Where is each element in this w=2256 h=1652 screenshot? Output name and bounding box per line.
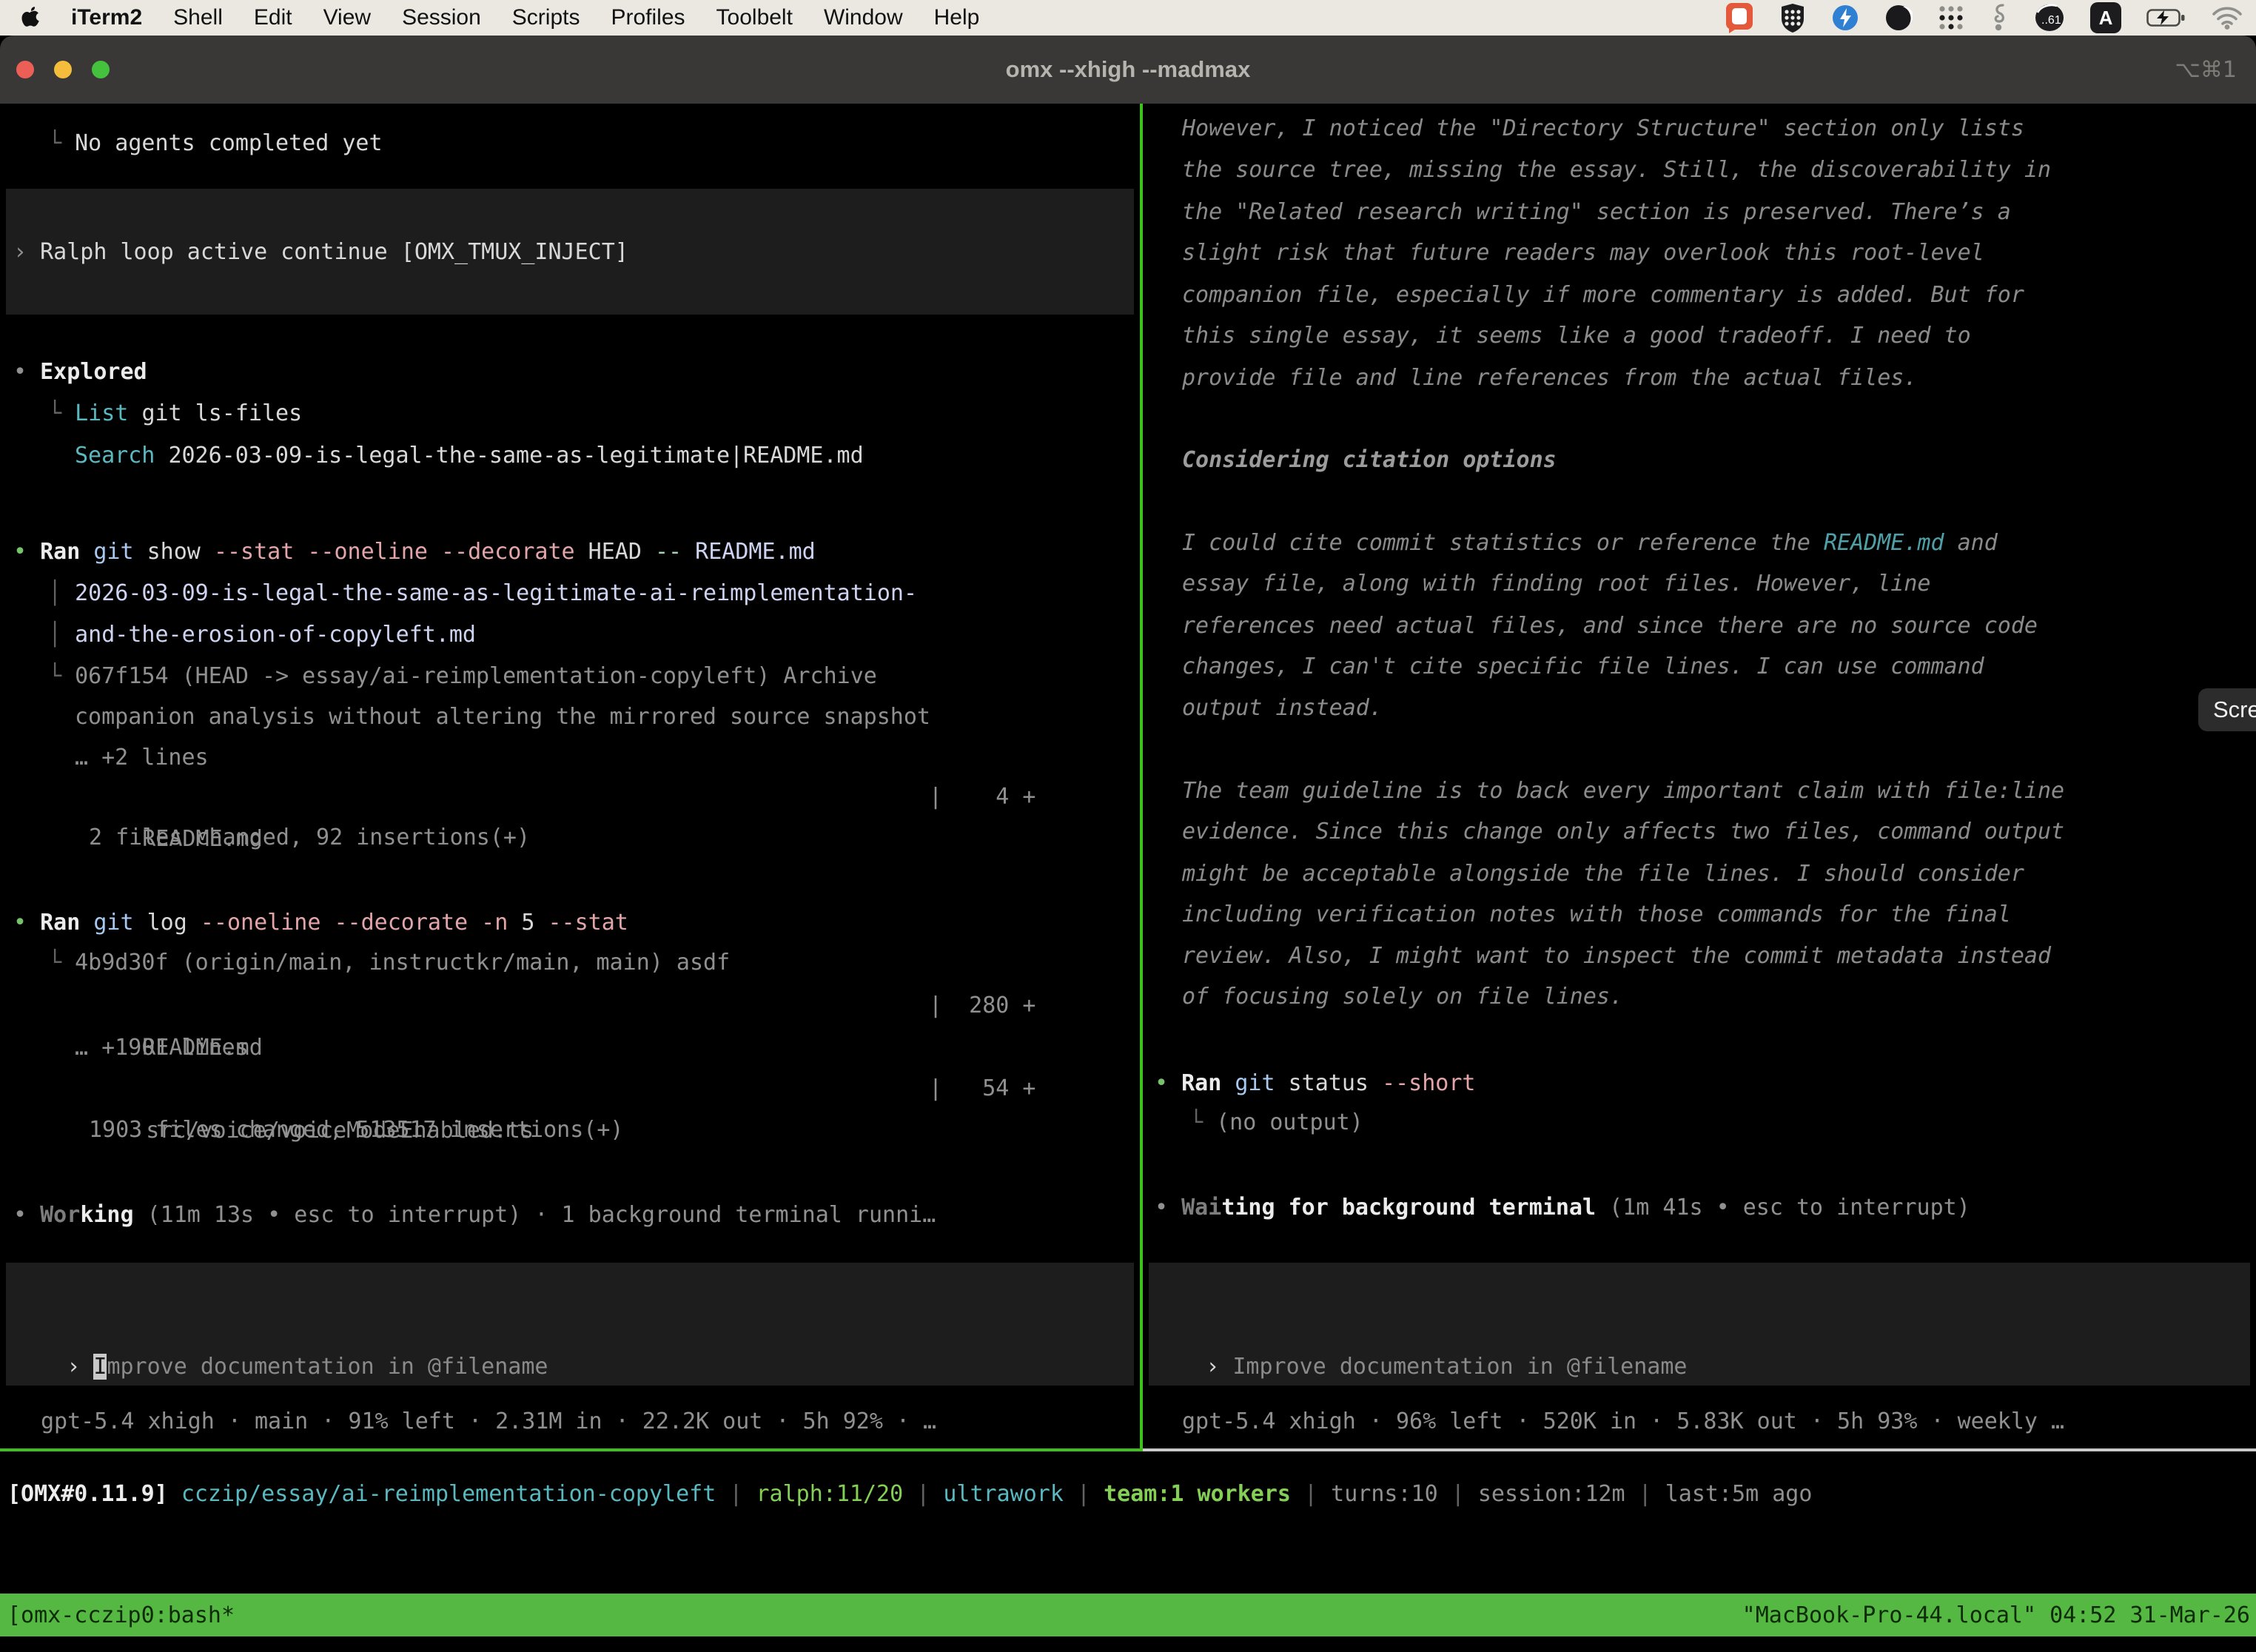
left-ran-show-filename-line1: │ 2026-03-09-is-legal-the-same-as-legiti… bbox=[48, 572, 917, 614]
pie-chart-icon[interactable] bbox=[1884, 4, 1913, 32]
a-app-badge-icon[interactable]: A bbox=[2090, 2, 2121, 33]
right-paragraph1-line5: companion file, especially if more comme… bbox=[1182, 274, 2024, 316]
menu-item-session[interactable]: Session bbox=[402, 5, 481, 30]
left-session-status-line: gpt-5.4 xhigh · main · 91% left · 2.31M … bbox=[41, 1400, 936, 1443]
left-ran-log-stat-line2: src/voice/voiceModeEnabled.ts | 54 + bbox=[93, 1067, 534, 1109]
window-shortcut-badge: ⌥⌘1 bbox=[2175, 36, 2237, 104]
left-ran-show-filename-line2: │ and-the-erosion-of-copyleft.md bbox=[48, 614, 476, 656]
dots-grid-icon[interactable] bbox=[1938, 4, 1964, 31]
lightning-badge-icon[interactable] bbox=[1831, 4, 1859, 32]
tmux-host-clock-label: "MacBook-Pro-44.local" 04:52 31-Mar-26 bbox=[1742, 1602, 2256, 1628]
menu-item-iterm2[interactable]: iTerm2 bbox=[71, 5, 142, 30]
badge-61-icon[interactable]: ..61 bbox=[2034, 3, 2065, 33]
right-paragraph1-line3: the "Related research writing" section i… bbox=[1182, 191, 2011, 233]
left-ran-log-output-line3: … +1901 lines bbox=[75, 1027, 249, 1069]
shield-keypad-icon[interactable] bbox=[1779, 2, 1806, 33]
menu-bar-status-area: ..61 A bbox=[1725, 1, 2256, 34]
screen-overlay-tooltip: Scre bbox=[2198, 688, 2256, 731]
left-explored-search-line: Search 2026-03-09-is-legal-the-same-as-l… bbox=[75, 434, 864, 477]
left-ran-show-output-line2: companion analysis without altering the … bbox=[75, 696, 930, 738]
menu-item-profiles[interactable]: Profiles bbox=[611, 5, 685, 30]
left-ran-git-show-line: • Ran git show --stat --oneline --decora… bbox=[13, 531, 816, 573]
left-ran-log-summary-line: 1903 files changed, 513517 insertions(+) bbox=[89, 1109, 623, 1151]
tmux-status-bar: [omx-cczip0:bash* "MacBook-Pro-44.local"… bbox=[0, 1594, 2256, 1636]
right-composer-placeholder: Improve documentation in @filename bbox=[1232, 1354, 1687, 1380]
right-composer-line: › Improve documentation in @filename bbox=[1152, 1303, 1687, 1346]
apple-menu-icon[interactable] bbox=[21, 6, 40, 30]
right-paragraph1-line4: slight risk that future readers may over… bbox=[1182, 232, 1984, 274]
left-ran-log-output-line1: └ 4b9d30f (origin/main, instructkr/main,… bbox=[48, 941, 730, 984]
left-ran-show-stat-value: | 4 + bbox=[929, 776, 1036, 818]
menu-item-help[interactable]: Help bbox=[934, 5, 980, 30]
right-paragraph3-line6: of focusing solely on file lines. bbox=[1182, 976, 1623, 1018]
left-ran-show-stat-line: README.md | 4 + bbox=[89, 776, 263, 818]
left-composer-placeholder: mprove documentation in @filename bbox=[107, 1354, 548, 1380]
tmux-session-window-label: [omx-cczip0:bash* bbox=[0, 1602, 235, 1628]
left-composer-cursor: I bbox=[93, 1354, 107, 1380]
omx-status-line: [OMX#0.11.9] cczip/essay/ai-reimplementa… bbox=[7, 1473, 1812, 1515]
right-no-output-line: └ (no output) bbox=[1189, 1101, 1363, 1144]
wifi-icon[interactable] bbox=[2212, 6, 2243, 30]
left-pane-bottom-border bbox=[0, 1448, 1143, 1451]
right-paragraph3-line2: evidence. Since this change only affects… bbox=[1182, 810, 2064, 853]
right-paragraph1-line6: this single essay, it seems like a good … bbox=[1182, 315, 1971, 357]
right-composer-prompt: › bbox=[1206, 1354, 1232, 1380]
right-paragraph2-line1: I could cite commit statistics or refere… bbox=[1182, 522, 1998, 564]
menu-item-window[interactable]: Window bbox=[824, 5, 903, 30]
right-paragraph3-line5: review. Also, I might want to inspect th… bbox=[1182, 935, 2051, 977]
right-session-status-line: gpt-5.4 xhigh · 96% left · 520K in · 5.8… bbox=[1182, 1400, 2064, 1443]
macos-menu-bar: iTerm2 Shell Edit View Session Scripts P… bbox=[0, 0, 2256, 36]
right-paragraph3-line4: including verification notes with those … bbox=[1182, 893, 2011, 936]
right-paragraph3-line1: The team guideline is to back every impo… bbox=[1182, 770, 2064, 812]
right-paragraph3-line3: might be acceptable alongside the file l… bbox=[1182, 853, 2024, 895]
left-history-prompt-line: › Ralph loop active continue [OMX_TMUX_I… bbox=[13, 231, 628, 273]
left-composer-prompt: › bbox=[67, 1354, 93, 1380]
right-pane-bottom-border bbox=[1143, 1448, 2256, 1451]
screen: iTerm2 Shell Edit View Session Scripts P… bbox=[0, 0, 2256, 1652]
left-ran-show-output-line3: … +2 lines bbox=[75, 736, 209, 779]
left-composer-line: › Improve documentation in @filename bbox=[13, 1303, 548, 1346]
window-title: omx --xhigh --madmax bbox=[0, 36, 2256, 104]
left-ran-log-stat1-value: | 280 + bbox=[929, 984, 1036, 1027]
left-ran-log-stat-line1: README.md | 280 + bbox=[89, 984, 263, 1027]
left-ran-show-summary-line: 2 files changed, 92 insertions(+) bbox=[89, 816, 530, 859]
squiggle-icon[interactable] bbox=[1990, 2, 2009, 33]
svg-text:..61: ..61 bbox=[2041, 14, 2061, 27]
right-paragraph2-line2: essay file, along with finding root file… bbox=[1182, 563, 1930, 605]
left-explored-header: • Explored bbox=[13, 351, 147, 393]
left-working-status-line: • Working (11m 13s • esc to interrupt) ·… bbox=[13, 1194, 936, 1236]
left-ran-log-stat2-value: | 54 + bbox=[929, 1067, 1036, 1109]
left-ran-show-output-line1: └ 067f154 (HEAD -> essay/ai-reimplementa… bbox=[48, 655, 877, 697]
screenshot-app-icon[interactable] bbox=[1725, 1, 1754, 34]
right-paragraph2-line3: references need actual files, and since … bbox=[1182, 605, 2038, 647]
menu-item-edit[interactable]: Edit bbox=[254, 5, 292, 30]
tmux-vertical-pane-divider[interactable] bbox=[1140, 104, 1143, 1449]
menu-item-shell[interactable]: Shell bbox=[173, 5, 223, 30]
right-thinking-heading: Considering citation options bbox=[1182, 439, 1557, 481]
battery-charging-icon[interactable] bbox=[2146, 7, 2186, 28]
menu-item-scripts[interactable]: Scripts bbox=[512, 5, 580, 30]
right-paragraph2-line4: changes, I can't cite specific file line… bbox=[1182, 645, 1984, 688]
menu-item-toolbelt[interactable]: Toolbelt bbox=[716, 5, 793, 30]
window-title-bar: omx --xhigh --madmax ⌥⌘1 bbox=[0, 36, 2256, 104]
left-explored-list-line: └ List git ls-files bbox=[48, 392, 302, 434]
right-paragraph1-line1: However, I noticed the "Directory Struct… bbox=[1182, 107, 2024, 150]
menu-item-view[interactable]: View bbox=[323, 5, 371, 30]
left-ran-git-log-line: • Ran git log --oneline --decorate -n 5 … bbox=[13, 901, 628, 944]
right-paragraph2-line5: output instead. bbox=[1182, 687, 1383, 729]
right-paragraph1-line2: the source tree, missing the essay. Stil… bbox=[1182, 149, 2051, 191]
right-paragraph1-line7: provide file and line references from th… bbox=[1182, 357, 1917, 399]
right-waiting-status-line: • Waiting for background terminal (1m 41… bbox=[1155, 1186, 1970, 1229]
right-ran-git-status-line: • Ran git status --short bbox=[1155, 1062, 1476, 1104]
left-no-agents-line: └ No agents completed yet bbox=[48, 122, 383, 164]
